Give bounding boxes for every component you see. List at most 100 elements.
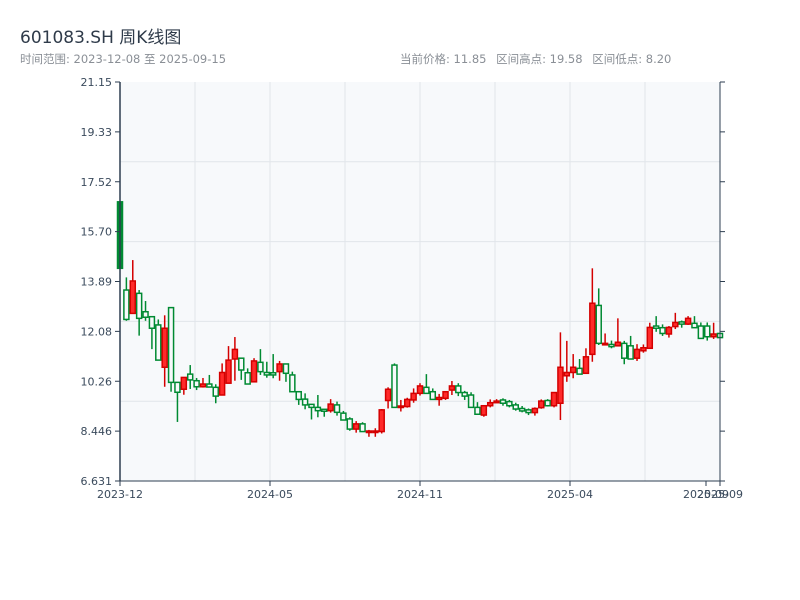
candle-body	[359, 423, 366, 433]
x-tick-label: 2024-11	[397, 488, 443, 501]
candle-body	[391, 364, 398, 409]
candle-body	[295, 390, 302, 401]
candle-body	[244, 372, 251, 385]
candle-body	[486, 401, 494, 407]
candle-body	[289, 374, 296, 393]
candle-body	[276, 363, 283, 373]
candle-body	[238, 357, 245, 371]
candle-body	[161, 327, 168, 369]
candle-body	[301, 398, 309, 406]
candle-body	[557, 366, 564, 405]
candle-body	[206, 383, 213, 388]
candle-body	[506, 400, 513, 407]
candle-body	[314, 406, 322, 412]
candle-body	[633, 348, 641, 359]
candle-body	[646, 326, 654, 350]
candle-body	[250, 360, 258, 383]
y-tick-label: 6.631	[81, 475, 113, 488]
candle-body	[550, 391, 558, 407]
candle-body	[378, 409, 385, 433]
candle-body	[327, 403, 334, 412]
candle-body	[167, 306, 175, 384]
x-tick-label: 2024-05	[247, 488, 293, 501]
y-tick-label: 17.52	[81, 176, 113, 189]
candle-body	[142, 310, 149, 318]
candle-body	[627, 345, 634, 360]
candle-body	[576, 367, 583, 375]
candle-body	[442, 390, 449, 400]
candle-body	[155, 324, 162, 361]
candle-body	[231, 348, 239, 360]
x-tick-label: 2025-09	[697, 488, 743, 501]
candle-body	[193, 379, 200, 388]
y-tick-label: 15.70	[81, 226, 113, 239]
candle-body	[423, 386, 430, 395]
candle-body	[652, 325, 660, 329]
candle-body	[148, 315, 156, 329]
candle-body	[225, 359, 232, 384]
candle-body	[435, 396, 443, 401]
candle-body	[123, 289, 130, 321]
candle-body	[455, 385, 462, 394]
y-tick-label: 13.89	[81, 276, 113, 289]
candle-body	[672, 321, 679, 328]
candle-body	[499, 399, 507, 405]
candle-body	[340, 412, 347, 421]
candle-body	[461, 391, 468, 397]
candle-body	[129, 280, 137, 315]
candle-body	[614, 341, 622, 347]
candle-body	[608, 343, 615, 348]
candle-body	[474, 406, 481, 415]
candle-body	[269, 372, 277, 376]
candle-body	[218, 371, 226, 396]
candle-body	[346, 418, 354, 430]
candle-body	[569, 366, 577, 374]
candle-body	[601, 342, 609, 346]
candle-body	[372, 430, 379, 434]
candle-body	[678, 321, 685, 325]
candle-body	[467, 394, 475, 409]
candle-body	[697, 325, 705, 340]
candle-body	[212, 386, 219, 397]
candle-body	[691, 322, 698, 329]
candle-body	[684, 317, 692, 325]
candle-body	[448, 385, 456, 391]
candle-body	[263, 371, 271, 376]
candle-body	[493, 400, 500, 404]
candle-body	[544, 399, 551, 407]
candle-body	[665, 326, 673, 335]
y-tick-label: 21.15	[81, 76, 113, 89]
candle-body	[710, 333, 717, 338]
candle-body	[512, 404, 519, 410]
candle-body	[531, 407, 539, 414]
candle-body	[199, 383, 207, 388]
candle-body	[308, 403, 315, 409]
candle-body	[703, 325, 711, 338]
candle-body	[589, 302, 596, 356]
x-tick-label: 2025-04	[547, 488, 593, 501]
candle-body	[410, 392, 417, 401]
candle-body	[384, 388, 392, 402]
y-tick-label: 8.446	[81, 425, 113, 438]
candle-body	[174, 381, 181, 394]
candle-body	[416, 385, 424, 395]
candle-body	[352, 423, 360, 430]
candle-body	[621, 342, 628, 359]
candlestick-chart: 21.15 19.33 17.52 15.70 13.89 12.08 10.26 8.446…	[81, 76, 743, 501]
candle-body	[518, 407, 526, 412]
candle-body	[525, 409, 532, 414]
candle-body	[333, 404, 341, 414]
y-tick-label: 10.26	[81, 375, 113, 388]
candle-body	[186, 373, 194, 381]
candle-body	[480, 404, 488, 416]
candle-body	[321, 408, 328, 412]
candle-body	[429, 390, 437, 401]
candle-body	[365, 430, 373, 434]
candle-body	[659, 326, 666, 335]
candle-body	[563, 371, 571, 377]
candle-body	[595, 304, 602, 345]
candle-body	[257, 361, 264, 373]
candle-body	[640, 346, 647, 352]
x-tick-label: 2023-12	[97, 488, 143, 501]
candle-body	[582, 356, 590, 375]
